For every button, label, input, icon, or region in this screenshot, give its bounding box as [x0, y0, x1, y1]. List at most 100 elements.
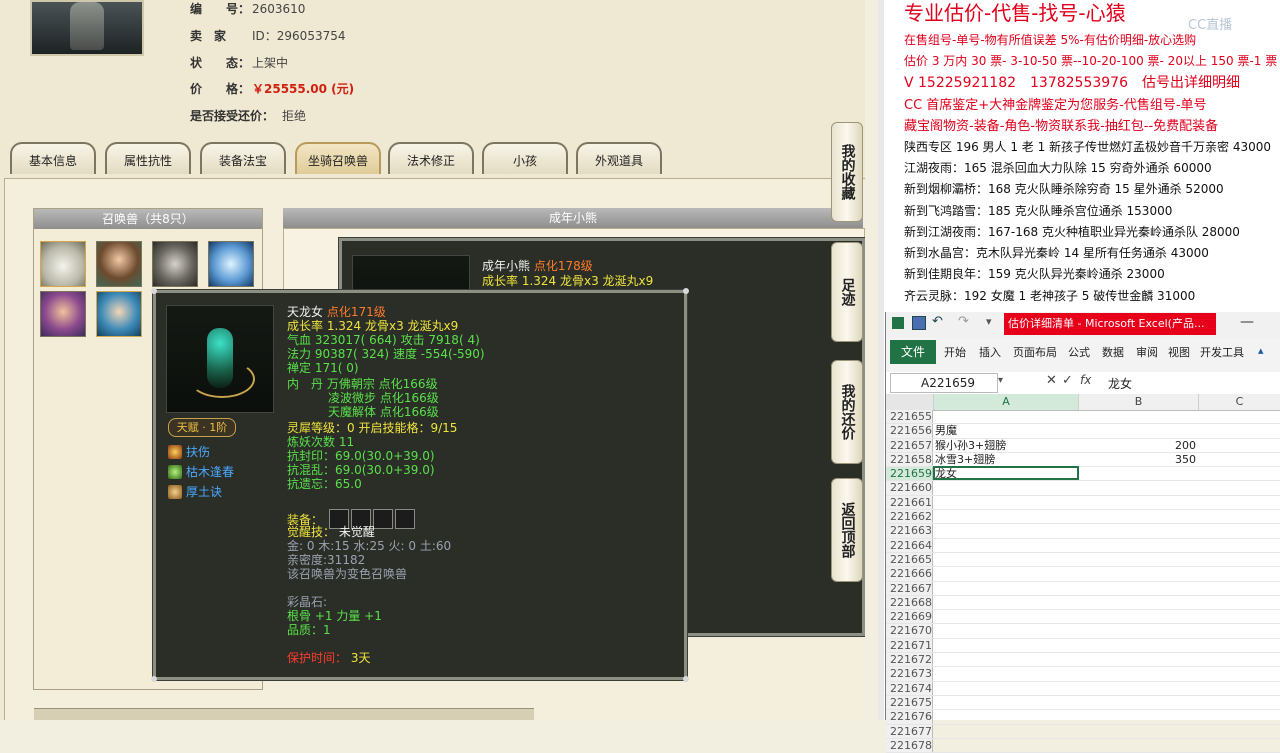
equip-slot-4-icon[interactable] — [394, 509, 415, 529]
pet-thumb-ice-spirit[interactable] — [208, 241, 254, 287]
skill-houtu[interactable]: 厚土诀 — [168, 483, 222, 501]
pet-list-title: 召唤兽（共8只） — [34, 209, 262, 229]
info-seller: 卖 家 ID：296053754 — [190, 29, 346, 43]
cell-b[interactable]: 200 — [1078, 439, 1196, 452]
excel-column-headers: A B C — [886, 394, 1280, 411]
ribbon-tab-insert[interactable]: 插入 — [979, 344, 1001, 360]
info-bargain: 是否接受还价： 拒绝 — [190, 109, 307, 123]
row-number[interactable]: 221663 — [886, 524, 933, 538]
pet-thumb-wolf[interactable] — [152, 241, 198, 287]
skill-fushang[interactable]: 扶伤 — [168, 443, 210, 461]
row-number[interactable]: 221667 — [886, 581, 933, 595]
row-number[interactable]: 221668 — [886, 595, 933, 610]
tab-basic-info[interactable]: 基本信息 — [10, 142, 96, 174]
excel-formula-bar: A221659 ▾ ✕ ✓ fx 龙女 — [886, 372, 1280, 395]
tab-attributes[interactable]: 属性抗性 — [105, 142, 191, 174]
table-row: 221656 男魔 — [886, 424, 1280, 439]
insert-function-icon[interactable]: fx — [1080, 373, 1091, 387]
qat-customize-icon[interactable]: ▾ — [986, 315, 992, 328]
excel-title: 估价详细清单 - Microsoft Excel(产品... — [1004, 313, 1216, 335]
ribbon-tab-layout[interactable]: 页面布局 — [1013, 344, 1057, 360]
excel-window: ↶ ↷ ▾ 估价详细清单 - Microsoft Excel(产品... — 文… — [885, 312, 1280, 753]
row-number[interactable]: 221655 — [886, 410, 933, 424]
tab-appearance[interactable]: 外观道具 — [576, 142, 662, 174]
row-number[interactable]: 221669 — [886, 610, 933, 624]
minimize-icon[interactable]: — — [1240, 314, 1254, 330]
row-number[interactable]: 221660 — [886, 481, 933, 495]
side-btn-footprint[interactable]: 足迹 — [831, 242, 863, 342]
row-number[interactable]: 221666 — [886, 567, 933, 581]
cell-b[interactable]: 350 — [1078, 453, 1196, 466]
select-all-corner[interactable] — [886, 394, 934, 410]
side-btn-favorites[interactable]: 我的收藏 — [831, 122, 863, 222]
pet-thumb-princess[interactable] — [40, 291, 86, 337]
tab-mounts-pets[interactable]: 坐骑召唤兽 — [295, 142, 381, 174]
pet-thumb-dragon-girl[interactable] — [96, 291, 142, 337]
row-number[interactable]: 221673 — [886, 667, 933, 681]
cell-a[interactable]: 冰雪3+翅膀 — [935, 453, 1078, 466]
tab-child[interactable]: 小孩 — [482, 142, 568, 174]
ribbon-tab-formulas[interactable]: 公式 — [1068, 344, 1090, 360]
skill-kumu[interactable]: 枯木逢春 — [168, 463, 234, 481]
ribbon-tab-home[interactable]: 开始 — [944, 344, 966, 360]
row-number[interactable]: 221658 — [886, 452, 933, 467]
row-number[interactable]: 221657 — [886, 438, 933, 452]
row-number[interactable]: 221670 — [886, 624, 933, 638]
row-number[interactable]: 221665 — [886, 552, 933, 567]
row-number[interactable]: 221656 — [886, 424, 933, 438]
tooltip-pet-dragon-girl: 天龙女 点化171级 成长率 1.324 龙骨x3 龙涎丸x9 气血 32301… — [151, 288, 689, 682]
row-number[interactable]: 221672 — [886, 653, 933, 667]
table-row: 221665 — [886, 552, 1280, 568]
row-number[interactable]: 221677 — [886, 724, 933, 738]
tab-equipment[interactable]: 装备法宝 — [200, 142, 286, 174]
row-number[interactable]: 221662 — [886, 510, 933, 524]
row-number[interactable]: 221664 — [886, 538, 933, 552]
cell-a[interactable]: 猴小孙3+翅膀 — [935, 439, 1078, 452]
col-header-b[interactable]: B — [1079, 394, 1199, 410]
row-number[interactable]: 221676 — [886, 710, 933, 724]
col-header-c[interactable]: C — [1199, 394, 1280, 410]
enter-icon[interactable]: ✓ — [1062, 373, 1073, 388]
trade-page: 编 号： 2603610 卖 家 ID：296053754 状 态： 上架中 价 格：… — [0, 0, 865, 720]
row-number[interactable]: 221661 — [886, 495, 933, 510]
table-row: 221667 — [886, 581, 1280, 596]
tab-spell-correction[interactable]: 法术修正 — [388, 142, 474, 174]
pet-thumb-girl[interactable] — [96, 241, 142, 287]
formula-content[interactable]: 龙女 — [1108, 375, 1132, 392]
table-row: 221674 — [886, 681, 1280, 696]
row-number[interactable]: 221671 — [886, 638, 933, 653]
excel-name-box[interactable]: A221659 — [890, 373, 998, 393]
info-id: 编 号： 2603610 — [190, 2, 306, 16]
namebox-dropdown-icon[interactable]: ▾ — [998, 375, 1003, 386]
table-row: 221670 — [886, 624, 1280, 639]
ribbon-tab-data[interactable]: 数据 — [1102, 344, 1124, 360]
cancel-icon[interactable]: ✕ — [1046, 373, 1057, 388]
info-price: 价 格： ￥25555.00 (元) — [190, 82, 355, 96]
row-number[interactable]: 221674 — [886, 681, 933, 695]
save-icon[interactable] — [912, 316, 926, 330]
undo-icon[interactable]: ↶ — [932, 314, 943, 329]
ribbon-tab-developer[interactable]: 开发工具 — [1200, 344, 1244, 360]
excel-file-tab[interactable]: 文件 — [890, 340, 936, 364]
bottom-tab-strip — [34, 708, 534, 720]
row-number[interactable]: 221659 — [886, 467, 933, 481]
row-number[interactable]: 221678 — [886, 738, 933, 753]
active-cell-outline — [933, 466, 1079, 481]
table-row: 221658 冰雪3+翅膀 350 — [886, 452, 1280, 468]
col-header-a[interactable]: A — [934, 394, 1079, 410]
ribbon-tab-review[interactable]: 审阅 — [1136, 344, 1158, 360]
cell-a[interactable]: 男魔 — [935, 424, 1078, 437]
row-number[interactable]: 221675 — [886, 695, 933, 710]
detail-title: 成年小熊 — [283, 208, 863, 228]
ribbon-collapse-icon[interactable]: ▴ — [1258, 344, 1264, 357]
pet-thumb-polar-bear[interactable] — [40, 241, 86, 287]
ribbon-tab-view[interactable]: 视图 — [1168, 344, 1190, 360]
excel-logo-icon — [892, 317, 904, 329]
table-row: 221655 — [886, 410, 1280, 425]
side-btn-my-bargain[interactable]: 我的还价 — [831, 360, 863, 464]
redo-icon[interactable]: ↷ — [958, 314, 969, 329]
side-btn-back-top[interactable]: 返回顶部 — [831, 478, 863, 582]
excel-grid: 221655 221656 男魔 221657 猴小孙3+翅膀 200 221658 冰雪3+… — [886, 410, 1280, 753]
character-avatar — [30, 0, 144, 56]
equip-slot-3-icon[interactable] — [372, 509, 393, 529]
